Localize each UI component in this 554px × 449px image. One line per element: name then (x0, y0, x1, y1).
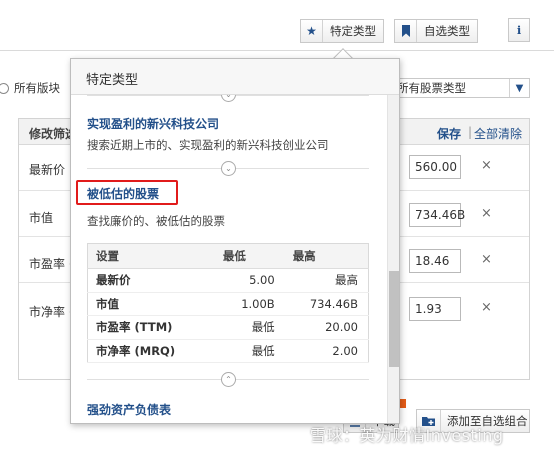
save-link[interactable]: 保存 (437, 125, 461, 142)
chevron-down-icon[interactable]: ⌄ (221, 161, 236, 176)
criteria-min: 最低 (214, 315, 285, 340)
watermark: 雪球：英为财情Investing (310, 426, 504, 445)
info-button[interactable]: i (508, 18, 530, 42)
radio-icon (0, 82, 9, 94)
star-icon: ★ (301, 20, 323, 42)
criteria-name: 市盈率 (TTM) (87, 315, 215, 340)
header-min: 最低 (214, 243, 285, 269)
popup-scroll-area: ⌄ 实现盈利的新兴科技公司 搜索近期上市的、实现盈利的新兴科技创业公司 ⌄ 被低… (71, 95, 387, 423)
board-filter-label: 所有版块 (14, 81, 60, 95)
criteria-max: 734.46B (284, 292, 369, 316)
remove-icon[interactable]: × (481, 252, 492, 267)
category-title-strong-balance[interactable]: 强劲资产负债表 (87, 401, 171, 418)
info-icon: i (516, 23, 522, 37)
toolbar-divider (0, 50, 554, 51)
criteria-max: 最高 (284, 268, 369, 293)
criteria-max: 2.00 (284, 339, 369, 363)
custom-type-label: 自选类型 (424, 24, 470, 38)
criteria-min: 5.00 (214, 268, 285, 293)
clear-all-link[interactable]: 全部清除 (474, 125, 522, 142)
remove-icon[interactable]: × (481, 158, 492, 173)
pe-value-input[interactable]: 18.46 (409, 249, 461, 273)
criteria-min: 最低 (214, 339, 285, 363)
link-separator: | (468, 125, 473, 139)
header-setting: 设置 (87, 243, 215, 269)
row-label: 市净率 ( (29, 305, 74, 319)
table-row: 市净率 (MRQ) 最低 2.00 (87, 339, 369, 363)
bookmark-icon (395, 20, 417, 42)
header-max: 最高 (284, 243, 369, 269)
special-type-button[interactable]: ★ 特定类型 (300, 19, 384, 43)
criteria-max: 20.00 (284, 315, 369, 340)
table-row: 市盈率 (TTM) 最低 20.00 (87, 315, 369, 340)
popup-scrollbar-thumb[interactable] (389, 271, 399, 367)
category-desc-undervalued: 查找廉价的、被低估的股票 (87, 214, 225, 228)
criteria-name: 市值 (87, 292, 215, 316)
criteria-table: 设置 最低 最高 最新价 5.00 最高 市值 1.00B 734.46B 市盈… (87, 243, 369, 363)
custom-type-button[interactable]: 自选类型 (394, 19, 478, 43)
stock-type-value: 所有股票类型 (397, 81, 466, 95)
row-label: 市值 (29, 211, 54, 225)
criteria-name: 市净率 (MRQ) (87, 339, 215, 363)
special-type-popup: 特定类型 ⌄ 实现盈利的新兴科技公司 搜索近期上市的、实现盈利的新兴科技创业公司… (70, 58, 400, 424)
market-cap-value-input[interactable]: 734.46B (409, 203, 465, 227)
category-title-undervalued[interactable]: 被低估的股票 (87, 185, 159, 202)
popup-header: 特定类型 (71, 59, 399, 95)
special-type-label: 特定类型 (330, 24, 376, 38)
chevron-down-icon: ▼ (509, 79, 529, 97)
remove-icon[interactable]: × (481, 300, 492, 315)
remove-icon[interactable]: × (481, 206, 492, 221)
category-desc-tech: 搜索近期上市的、实现盈利的新兴科技创业公司 (87, 138, 329, 152)
row-label: 市盈率 ( (29, 257, 74, 271)
table-row: 最新价 5.00 最高 (87, 268, 369, 293)
popup-scrollbar[interactable] (387, 95, 399, 423)
price-value-input[interactable]: 560.00 (409, 155, 461, 179)
criteria-min: 1.00B (214, 292, 285, 316)
criteria-name: 最新价 (87, 268, 215, 293)
stock-type-select[interactable]: 所有股票类型 ▼ (396, 78, 530, 98)
pb-value-input[interactable]: 1.93 (409, 297, 461, 321)
row-label: 最新价 (29, 163, 66, 177)
popup-title: 特定类型 (86, 73, 139, 88)
table-header-row: 设置 最低 最高 (87, 243, 369, 269)
chevron-up-icon[interactable]: ⌃ (221, 372, 236, 387)
table-row: 市值 1.00B 734.46B (87, 292, 369, 316)
category-title-tech[interactable]: 实现盈利的新兴科技公司 (87, 115, 219, 132)
chevron-down-icon[interactable]: ⌄ (221, 95, 236, 102)
